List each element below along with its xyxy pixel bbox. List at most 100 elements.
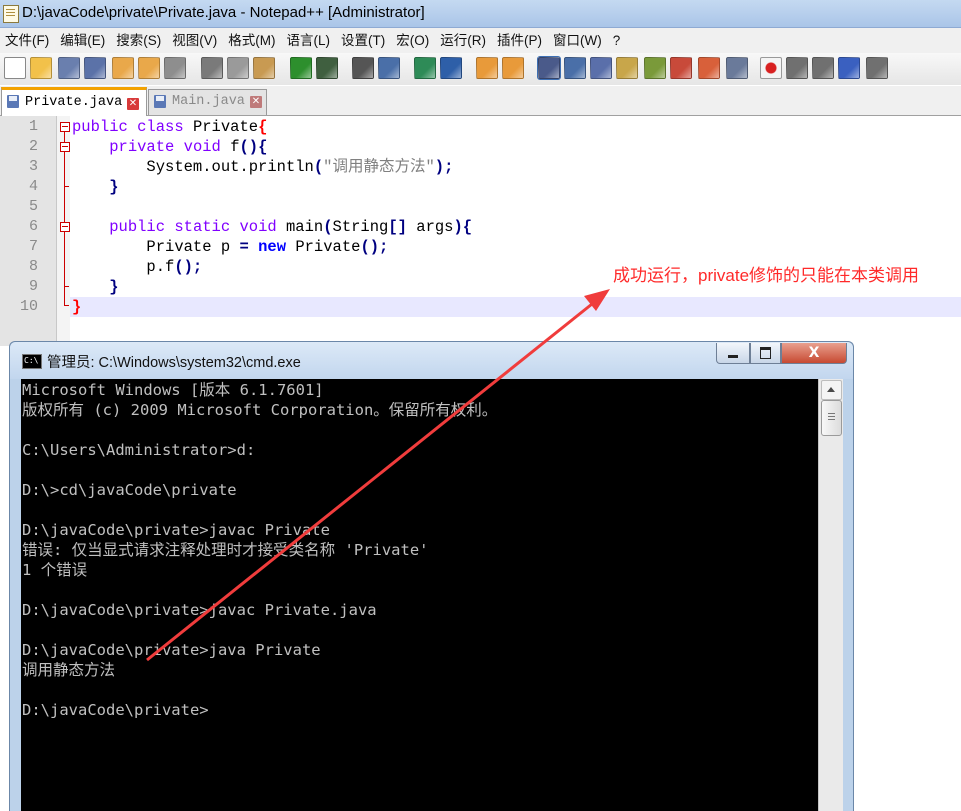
operator: (){ xyxy=(239,138,268,156)
playback-macro-icon[interactable] xyxy=(812,57,834,79)
class-name: Private xyxy=(192,118,259,136)
call-target: System.out.println xyxy=(146,158,314,176)
save-macro-icon[interactable] xyxy=(866,57,888,79)
keyword-class: class xyxy=(137,118,184,136)
line-number: 1 xyxy=(28,118,38,135)
console-line: D:\javaCode\private>javac Private.java xyxy=(22,601,377,619)
menu-help[interactable]: ? xyxy=(608,28,627,53)
minimize-button[interactable] xyxy=(716,343,750,364)
fold-toggle-method-main[interactable] xyxy=(60,222,70,232)
find-icon[interactable] xyxy=(352,57,374,79)
menu-plugins[interactable]: 插件(P) xyxy=(492,28,548,53)
fold-toggle-class[interactable] xyxy=(60,122,70,132)
close-button[interactable]: X xyxy=(781,343,847,364)
current-line-highlight xyxy=(70,297,961,317)
close-tab-icon[interactable]: ✕ xyxy=(250,96,262,108)
tab-private-java[interactable]: Private.java ✕ xyxy=(1,87,147,118)
scroll-thumb[interactable] xyxy=(821,400,842,436)
operator: ( xyxy=(313,158,324,176)
annotation-note: 成功运行，private修饰的只能在本类调用 xyxy=(613,266,920,285)
fold-toggle-method-f[interactable] xyxy=(60,142,70,152)
replace-icon[interactable] xyxy=(378,57,400,79)
open-file-icon[interactable] xyxy=(30,57,52,79)
operator: [] xyxy=(388,218,407,236)
show-all-characters-icon[interactable] xyxy=(564,57,586,79)
operator: (); xyxy=(174,258,203,276)
scroll-up-arrow-icon[interactable] xyxy=(821,380,842,400)
cmd-console[interactable]: Microsoft Windows [版本 6.1.7601] 版权所有 (c)… xyxy=(21,379,818,811)
line-number: 3 xyxy=(28,158,38,175)
menu-window[interactable]: 窗口(W) xyxy=(548,28,608,53)
menu-settings[interactable]: 设置(T) xyxy=(336,28,391,53)
tab-main-java[interactable]: Main.java ✕ xyxy=(148,89,267,115)
print-icon[interactable] xyxy=(164,57,186,79)
close-icon: X xyxy=(808,345,820,361)
tab-bar: Private.java ✕ Main.java ✕ xyxy=(0,86,961,118)
sync-vertical-icon[interactable] xyxy=(476,57,498,79)
console-line: D:\javaCode\private>javac Private xyxy=(22,521,330,539)
word-wrap-icon[interactable] xyxy=(537,56,561,80)
close-icon[interactable] xyxy=(112,57,134,79)
fold-end xyxy=(64,305,69,306)
line-number: 5 xyxy=(28,198,38,215)
fold-end xyxy=(64,186,69,187)
menu-language[interactable]: 语言(L) xyxy=(282,28,337,53)
save-icon[interactable] xyxy=(58,57,80,79)
keyword-static: static xyxy=(174,218,231,236)
redo-icon[interactable] xyxy=(316,57,338,79)
copy-icon[interactable] xyxy=(227,57,249,79)
type-name: Private xyxy=(146,238,212,256)
vertical-scrollbar[interactable] xyxy=(818,379,843,811)
monitoring-icon[interactable] xyxy=(726,57,748,79)
keyword-public: public xyxy=(109,218,166,236)
zoom-out-icon[interactable] xyxy=(440,57,462,79)
method-name: main xyxy=(286,218,324,236)
notepad-title-bar[interactable]: D:\javaCode\private\Private.java - Notep… xyxy=(0,0,961,28)
operator: ){ xyxy=(453,218,473,236)
console-line: Microsoft Windows [版本 6.1.7601] xyxy=(22,381,324,399)
line-number: 4 xyxy=(28,178,38,195)
code-line-1: public class Private{ xyxy=(72,117,267,137)
menu-edit[interactable]: 编辑(E) xyxy=(55,28,111,53)
menu-file[interactable]: 文件(F) xyxy=(0,28,55,53)
keyword-public: public xyxy=(72,118,128,136)
close-all-icon[interactable] xyxy=(138,57,160,79)
type-name: String xyxy=(332,218,389,236)
undo-icon[interactable] xyxy=(290,57,312,79)
code-editor[interactable]: 1 2 3 4 5 6 7 8 9 10 public class Privat… xyxy=(0,116,961,346)
code-line-3: System.out.println("调用静态方法"); xyxy=(72,157,453,177)
cmd-title-bar[interactable]: C:\ 管理员: C:\Windows\system32\cmd.exe X xyxy=(10,342,853,379)
close-tab-icon[interactable]: ✕ xyxy=(127,98,139,110)
indent-guide-icon[interactable] xyxy=(590,57,612,79)
stop-record-icon[interactable] xyxy=(786,57,808,79)
save-all-icon[interactable] xyxy=(84,57,106,79)
fold-end xyxy=(64,286,69,287)
folder-workspace-icon[interactable] xyxy=(698,57,720,79)
record-macro-icon[interactable] xyxy=(760,57,782,79)
user-language-icon[interactable] xyxy=(616,57,638,79)
string-literal: "调用静态方法" xyxy=(323,158,435,176)
brace: } xyxy=(72,298,82,316)
console-line: 1 个错误 xyxy=(22,561,88,579)
sync-horizontal-icon[interactable] xyxy=(502,57,524,79)
maximize-button[interactable] xyxy=(750,343,781,364)
new-file-icon[interactable] xyxy=(4,57,26,79)
doc-map-icon[interactable] xyxy=(644,57,666,79)
zoom-in-icon[interactable] xyxy=(414,57,436,79)
keyword-void: void xyxy=(183,138,221,156)
menu-view[interactable]: 视图(V) xyxy=(167,28,223,53)
cut-icon[interactable] xyxy=(201,57,223,79)
menu-format[interactable]: 格式(M) xyxy=(223,28,281,53)
operator: (); xyxy=(360,238,389,256)
menu-run[interactable]: 运行(R) xyxy=(435,28,492,53)
cmd-icon-text: C:\ xyxy=(24,356,39,365)
function-list-icon[interactable] xyxy=(670,57,692,79)
menu-search[interactable]: 搜索(S) xyxy=(111,28,167,53)
run-macro-multiple-icon[interactable] xyxy=(838,57,860,79)
code-line-4: } xyxy=(72,177,118,197)
type-name: Private xyxy=(295,238,361,256)
menu-macro[interactable]: 宏(O) xyxy=(391,28,435,53)
brace: { xyxy=(258,118,268,136)
paste-icon[interactable] xyxy=(253,57,275,79)
operator: } xyxy=(109,278,119,296)
